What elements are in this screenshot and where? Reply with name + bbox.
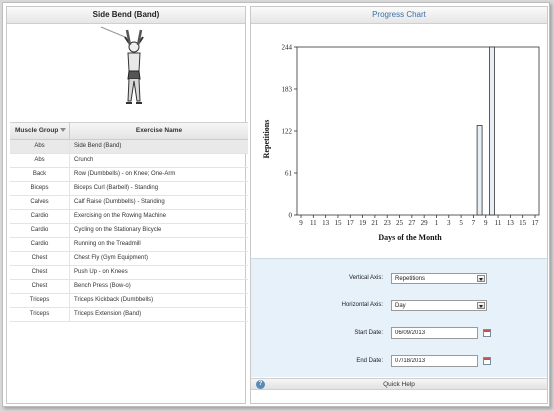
table-row[interactable]: Abs Side Bend (Band) <box>10 140 248 154</box>
start-date-label: Start Date: <box>354 330 383 336</box>
x-tick-label: 21 <box>371 219 379 227</box>
x-tick-label: 13 <box>507 219 515 227</box>
muscle-group-cell: Triceps <box>10 308 70 321</box>
muscle-group-cell: Chest <box>10 252 70 265</box>
column-header-exercise-name[interactable]: Exercise Name <box>70 123 248 139</box>
x-tick-label: 1 <box>435 219 439 227</box>
x-tick-label: 3 <box>447 219 451 227</box>
x-tick-label: 13 <box>322 219 330 227</box>
x-tick-label: 23 <box>384 219 392 227</box>
table-row[interactable]: Chest Push Up - on Knees <box>10 266 248 280</box>
table-header: Muscle Group Exercise Name <box>10 123 248 140</box>
x-tick-label: 11 <box>495 219 502 227</box>
x-tick-label: 25 <box>396 219 404 227</box>
table-row[interactable]: Back Row (Dumbbells) - on Knee; One-Arm <box>10 168 248 182</box>
exercise-name-cell: Crunch <box>74 157 94 163</box>
plot-area <box>296 46 540 216</box>
end-date-label: End Date: <box>356 358 383 364</box>
x-tick-label: 15 <box>334 219 342 227</box>
muscle-group-cell: Calves <box>10 196 70 209</box>
help-icon[interactable]: ? <box>256 380 265 389</box>
exercise-table: Muscle Group Exercise Name Abs Side Bend … <box>10 122 248 322</box>
x-axis-title: Days of the Month <box>378 233 442 242</box>
bar <box>476 125 483 216</box>
x-tick-label: 29 <box>421 219 429 227</box>
chart-title: Progress Chart <box>251 7 547 24</box>
horizontal-axis-label: Horizontal Axis: <box>341 302 383 308</box>
muscle-group-cell: Cardio <box>10 224 70 237</box>
exercise-name-cell: Cycling on the Stationary Bicycle <box>74 227 162 233</box>
y-axis-title: Repetitions <box>262 120 271 159</box>
dropdown-arrow-icon[interactable] <box>477 302 485 309</box>
y-tick-label: 183 <box>282 86 293 94</box>
start-date-input[interactable] <box>391 327 478 339</box>
muscle-group-cell: Triceps <box>10 294 70 307</box>
exercise-name-cell: Triceps Kickback (Dumbbells) <box>74 297 154 303</box>
x-tick-label: 17 <box>347 219 355 227</box>
table-body: Abs Side Bend (Band) Abs Crunch Back Row (Dum… <box>10 140 248 322</box>
end-date-input[interactable] <box>391 355 478 367</box>
vertical-axis-label: Vertical Axis: <box>348 275 383 281</box>
muscle-group-cell: Back <box>10 168 70 181</box>
table-row[interactable]: Biceps Biceps Curl (Barbell) - Standing <box>10 182 248 196</box>
exercise-title: Side Bend (Band) <box>7 7 245 24</box>
y-tick-label: 61 <box>285 170 293 178</box>
x-tick-label: 27 <box>408 219 416 227</box>
table-row[interactable]: Chest Chest Fly (Gym Equipment) <box>10 252 248 266</box>
y-tick-label: 0 <box>289 212 293 220</box>
table-row[interactable]: Triceps Triceps Extension (Band) <box>10 308 248 322</box>
table-row[interactable]: Chest Bench Press (Bow-o) <box>10 280 248 294</box>
progress-chart: 0611221832449 11 13 15 17 19 21 23 25 27 29 1 3 5 7 9 11… <box>262 44 540 242</box>
column-header-muscle-group[interactable]: Muscle Group <box>10 123 70 139</box>
quick-help-bar[interactable]: ? Quick Help <box>251 378 547 390</box>
dropdown-arrow-icon[interactable] <box>477 275 485 282</box>
exercise-name-cell: Push Up - on Knees <box>74 269 128 275</box>
exercise-name-cell: Calf Raise (Dumbbells) - Standing <box>74 199 165 205</box>
quick-help-label: Quick Help <box>383 381 415 388</box>
exercise-name-cell: Biceps Curl (Barbell) - Standing <box>74 185 159 191</box>
exercise-figure-illustration <box>100 26 144 104</box>
exercise-name-cell: Chest Fly (Gym Equipment) <box>74 255 149 261</box>
table-row[interactable]: Cardio Exercising on the Rowing Machine <box>10 210 248 224</box>
calendar-icon[interactable] <box>483 357 491 365</box>
muscle-group-cell: Cardio <box>10 238 70 251</box>
vertical-axis-select[interactable]: Repetitions <box>391 273 487 284</box>
app-window: Side Bend (Band) Muscle Group Exercise N… <box>2 2 550 407</box>
sort-arrow-icon <box>60 128 67 133</box>
calendar-icon[interactable] <box>483 329 491 337</box>
exercise-name-cell: Bench Press (Bow-o) <box>74 283 131 289</box>
exercise-name-cell: Side Bend (Band) <box>74 143 122 149</box>
muscle-group-cell: Chest <box>10 266 70 279</box>
x-tick-label: 11 <box>310 219 317 227</box>
x-tick-label: 7 <box>472 219 476 227</box>
horizontal-axis-select[interactable]: Day <box>391 300 487 311</box>
y-tick-label: 122 <box>282 128 293 136</box>
exercise-name-cell: Exercising on the Rowing Machine <box>74 213 167 219</box>
progress-panel: Progress Chart 0 61 122 183 244 9 11 13 15 17 19 21… <box>250 6 548 404</box>
x-tick-label: 15 <box>519 219 527 227</box>
table-row[interactable]: Abs Crunch <box>10 154 248 168</box>
bar <box>488 46 495 216</box>
table-row[interactable]: Cardio Running on the Treadmill <box>10 238 248 252</box>
muscle-group-cell: Abs <box>10 154 70 167</box>
table-row[interactable]: Calves Calf Raise (Dumbbells) - Standing <box>10 196 248 210</box>
x-tick-label: 9 <box>484 219 488 227</box>
muscle-group-cell: Biceps <box>10 182 70 195</box>
y-tick-label: 244 <box>282 44 293 52</box>
x-tick-label: 5 <box>459 219 463 227</box>
x-tick-label: 17 <box>532 219 540 227</box>
muscle-group-cell: Chest <box>10 280 70 293</box>
x-tick-label: 9 <box>299 219 303 227</box>
muscle-group-cell: Cardio <box>10 210 70 223</box>
table-row[interactable]: Cardio Cycling on the Stationary Bicycle <box>10 224 248 238</box>
chart-options-form: Vertical Axis: Repetitions Horizontal Ax… <box>251 258 547 377</box>
exercise-name-cell: Row (Dumbbells) - on Knee; One-Arm <box>74 171 176 177</box>
exercise-name-cell: Running on the Treadmill <box>74 241 141 247</box>
muscle-group-cell: Abs <box>10 140 70 153</box>
exercise-panel: Side Bend (Band) Muscle Group Exercise N… <box>6 6 248 404</box>
exercise-name-cell: Triceps Extension (Band) <box>74 311 142 317</box>
x-tick-label: 19 <box>359 219 367 227</box>
table-row[interactable]: Triceps Triceps Kickback (Dumbbells) <box>10 294 248 308</box>
